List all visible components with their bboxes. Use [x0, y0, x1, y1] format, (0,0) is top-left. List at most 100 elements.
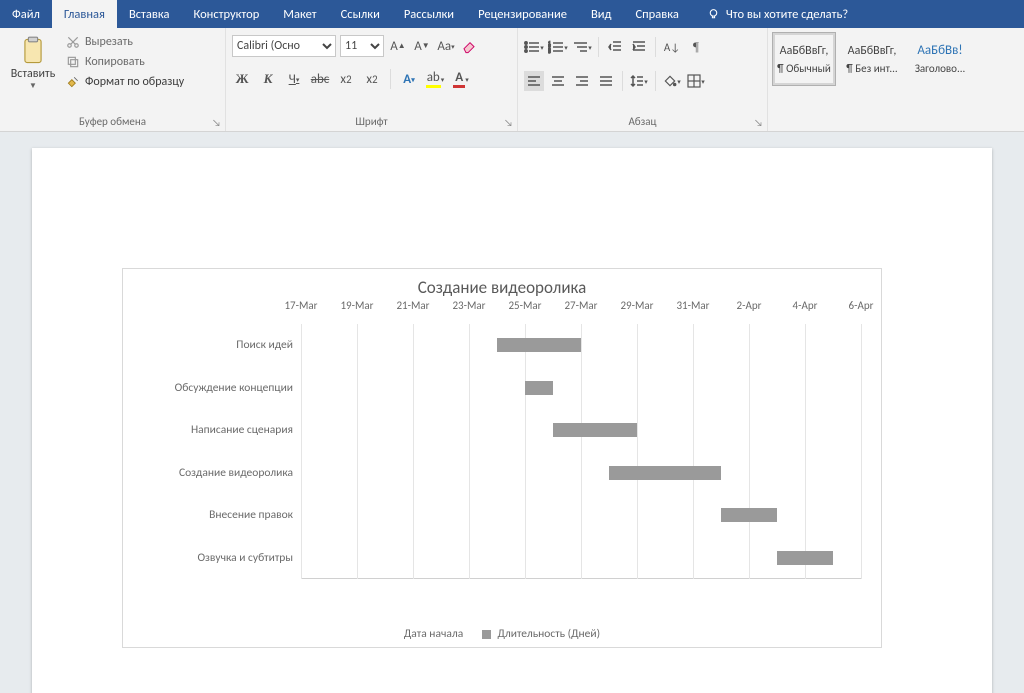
- paste-button[interactable]: Вставить ▼: [6, 32, 60, 91]
- cut-label: Вырезать: [85, 35, 133, 49]
- cut-button[interactable]: Вырезать: [62, 34, 188, 50]
- legend-start-label: Дата начала: [404, 627, 463, 641]
- gantt-bar: [553, 423, 637, 437]
- tab-file[interactable]: Файл: [0, 0, 52, 28]
- gantt-bar: [721, 508, 777, 522]
- copy-button[interactable]: Копировать: [62, 54, 188, 70]
- multilevel-list-button[interactable]: ▾: [572, 37, 592, 57]
- legend-swatch-icon: [482, 630, 491, 639]
- font-name-select[interactable]: Calibri (Осно: [232, 35, 336, 57]
- style-no-spacing-preview: АаБбВвГг,: [848, 44, 897, 58]
- x-tick-label: 17-Mar: [284, 299, 317, 312]
- group-font-label: Шрифт: [355, 115, 387, 128]
- task-label: Написание сценария: [123, 423, 293, 437]
- group-styles: АаБбВвГг, ¶ Обычный АаБбВвГг, ¶ Без инт.…: [768, 28, 1024, 131]
- separator: [655, 71, 656, 91]
- dialog-launcher-icon[interactable]: ↘: [754, 116, 763, 129]
- x-tick-label: 29-Mar: [620, 299, 653, 312]
- copy-label: Копировать: [85, 55, 145, 69]
- tab-references[interactable]: Ссылки: [329, 0, 392, 28]
- tab-layout[interactable]: Макет: [271, 0, 328, 28]
- increase-indent-button[interactable]: [629, 37, 649, 57]
- separator: [655, 37, 656, 57]
- numbering-button[interactable]: 123▾: [548, 37, 568, 57]
- dialog-launcher-icon[interactable]: ↘: [212, 116, 221, 129]
- grid-line: [469, 324, 470, 579]
- font-size-select[interactable]: 11: [340, 35, 384, 57]
- gantt-bar: [525, 381, 553, 395]
- underline-button[interactable]: Ч▾: [284, 69, 304, 89]
- gantt-chart[interactable]: Создание видеоролика 17-Mar19-Mar21-Mar2…: [122, 268, 882, 648]
- grid-line: [805, 324, 806, 579]
- style-heading1[interactable]: АаБбВв! Заголово...: [908, 32, 972, 86]
- tab-view[interactable]: Вид: [579, 0, 624, 28]
- style-heading1-preview: АаБбВв!: [917, 43, 962, 58]
- align-center-button[interactable]: [548, 71, 568, 91]
- style-normal[interactable]: АаБбВвГг, ¶ Обычный: [772, 32, 836, 86]
- tab-insert[interactable]: Вставка: [117, 0, 182, 28]
- shading-button[interactable]: ▾: [662, 71, 682, 91]
- grid-line: [693, 324, 694, 579]
- grid-line: [413, 324, 414, 579]
- group-paragraph-label: Абзац: [629, 115, 657, 128]
- grid-line: [357, 324, 358, 579]
- align-right-button[interactable]: [572, 71, 592, 91]
- x-tick-label: 25-Mar: [508, 299, 541, 312]
- lightbulb-icon: [707, 8, 720, 21]
- shrink-font-button[interactable]: A▼: [412, 36, 432, 56]
- page: Создание видеоролика 17-Mar19-Mar21-Mar2…: [32, 148, 992, 693]
- bold-button[interactable]: Ж: [232, 69, 252, 89]
- style-normal-label: ¶ Обычный: [777, 62, 831, 75]
- task-label: Внесение правок: [123, 508, 293, 522]
- tell-me-search[interactable]: Что вы хотите сделать?: [695, 0, 860, 28]
- legend-duration-label: Длительность (Дней): [497, 627, 600, 641]
- line-spacing-button[interactable]: ▾: [629, 71, 649, 91]
- tab-home[interactable]: Главная: [52, 0, 117, 28]
- tab-review[interactable]: Рецензирование: [466, 0, 579, 28]
- scissors-icon: [66, 35, 80, 49]
- number-list-icon: 123: [548, 40, 564, 54]
- grow-font-button[interactable]: A▲: [388, 36, 408, 56]
- document-area[interactable]: Создание видеоролика 17-Mar19-Mar21-Mar2…: [0, 132, 1024, 693]
- group-font: Calibri (Осно 11 A▲ A▼ Aa▾ Ж К Ч▾ abc x2…: [226, 28, 518, 131]
- borders-button[interactable]: ▾: [686, 71, 706, 91]
- show-hide-button[interactable]: ¶: [686, 37, 706, 57]
- group-paragraph: ▾ 123▾ ▾ A↓ ¶ ▾ ▾ ▾ Абза: [518, 28, 768, 131]
- sort-button[interactable]: A↓: [662, 37, 682, 57]
- separator: [598, 37, 599, 57]
- copy-icon: [66, 55, 80, 69]
- subscript-button[interactable]: x2: [336, 69, 356, 89]
- superscript-button[interactable]: x2: [362, 69, 382, 89]
- task-label: Поиск идей: [123, 338, 293, 352]
- strikethrough-button[interactable]: abc: [310, 69, 330, 89]
- borders-icon: [687, 74, 701, 88]
- highlight-button[interactable]: ab▾: [425, 69, 445, 89]
- dialog-launcher-icon[interactable]: ↘: [504, 116, 513, 129]
- ribbon: Вставить ▼ Вырезать Копировать Формат по…: [0, 28, 1024, 132]
- bullets-button[interactable]: ▾: [524, 37, 544, 57]
- paint-bucket-icon: [663, 74, 677, 88]
- align-center-icon: [551, 75, 565, 87]
- italic-button[interactable]: К: [258, 69, 278, 89]
- task-label: Обсуждение концепции: [123, 381, 293, 395]
- multilevel-list-icon: [572, 40, 588, 54]
- tab-help[interactable]: Справка: [624, 0, 691, 28]
- grid-line: [637, 324, 638, 579]
- font-color-button[interactable]: A▾: [451, 69, 471, 89]
- style-heading1-label: Заголово...: [915, 62, 966, 75]
- text-effects-button[interactable]: A▾: [399, 69, 419, 89]
- justify-button[interactable]: [596, 71, 616, 91]
- gantt-bar: [777, 551, 833, 565]
- task-label: Озвучка и субтитры: [123, 551, 293, 565]
- style-no-spacing[interactable]: АаБбВвГг, ¶ Без инт...: [840, 32, 904, 86]
- change-case-button[interactable]: Aa▾: [436, 36, 456, 56]
- tab-design[interactable]: Конструктор: [181, 0, 271, 28]
- decrease-indent-button[interactable]: [605, 37, 625, 57]
- chart-title: Создание видеоролика: [123, 269, 881, 298]
- gantt-bar: [609, 466, 721, 480]
- format-painter-button[interactable]: Формат по образцу: [62, 74, 188, 90]
- align-left-button[interactable]: [524, 71, 544, 91]
- x-tick-label: 27-Mar: [564, 299, 597, 312]
- tab-mailings[interactable]: Рассылки: [392, 0, 466, 28]
- clear-formatting-button[interactable]: [460, 36, 480, 56]
